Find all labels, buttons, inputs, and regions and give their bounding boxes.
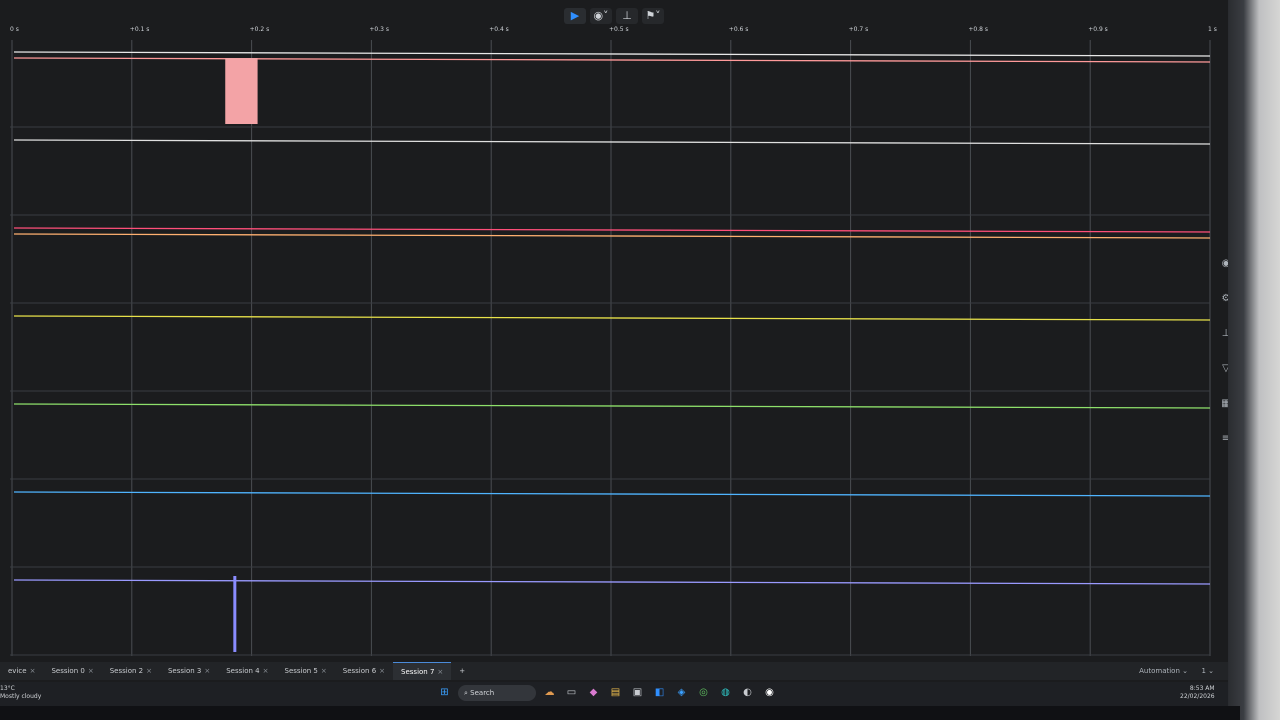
session-tab-label: evice — [8, 667, 27, 675]
channel-0-signal — [13, 57, 1211, 63]
task-view-icon[interactable]: ▭ — [563, 684, 580, 701]
logic-icon[interactable]: ◉ — [761, 684, 778, 701]
session-tab-label: Session 6 — [342, 667, 377, 675]
analyzer-button[interactable]: ⚑˅ — [642, 8, 664, 24]
add-session-button[interactable]: + — [451, 662, 473, 680]
clock-time: 8:53 AM — [1189, 685, 1215, 692]
close-icon[interactable]: × — [88, 667, 94, 675]
session-tabs: evice × Session 0 × Session 2 × Session 3 × Sess… — [0, 662, 452, 680]
record-settings-button[interactable]: ◉˅ — [590, 8, 612, 24]
session-tab[interactable]: Session 7 × — [393, 662, 452, 680]
ruler-tick-label: +0.4 s — [489, 26, 509, 33]
weather-temp: 13°C — [0, 685, 15, 692]
ruler-tick-label: 1 s — [1208, 26, 1217, 33]
channel-0-signal — [13, 51, 1211, 57]
store-icon[interactable]: ▣ — [629, 684, 646, 701]
search-label: Search — [470, 688, 495, 697]
close-icon[interactable]: × — [321, 667, 327, 675]
session-tab-label: Session 0 — [51, 667, 85, 675]
ruler-tick-label: +0.5 s — [609, 26, 629, 33]
session-tab[interactable]: Session 3 × — [160, 662, 218, 680]
logic-analyzer-window: ▶ ◉˅ ⊥ ⚑˅ 0 s +0.1 s +0.2 s +0.3 s +0.4 s +0.5 s… — [0, 0, 1240, 708]
channel-1-signal — [13, 139, 1211, 145]
channel-3-signal — [13, 315, 1211, 321]
capture-toolbar: ▶ ◉˅ ⊥ ⚑˅ — [0, 8, 1228, 28]
session-tab[interactable]: Session 5 × — [277, 662, 335, 680]
automation-dropdown[interactable]: Automation ⌄ — [1139, 662, 1188, 680]
weather-widget[interactable]: 13°C Mostly cloudy — [0, 685, 41, 701]
session-tab[interactable]: Session 6 × — [335, 662, 393, 680]
page-dropdown[interactable]: 1 ⌄ — [1201, 662, 1214, 680]
ruler-tick-label: +0.1 s — [129, 26, 150, 33]
channel-0-pulse — [225, 58, 258, 124]
widget-icon[interactable]: ☁ — [541, 684, 558, 701]
chrome-icon[interactable]: ◎ — [695, 684, 712, 701]
close-icon[interactable]: × — [30, 667, 36, 675]
clock-date: 22/02/2026 — [1180, 693, 1215, 700]
session-tab[interactable]: Session 0 × — [43, 662, 101, 680]
ruler-tick-label: +0.6 s — [728, 26, 749, 33]
close-icon[interactable]: × — [204, 667, 210, 675]
close-icon[interactable]: × — [146, 667, 152, 675]
session-tab[interactable]: Session 2 × — [102, 662, 160, 680]
ruler-tick-label: +0.9 s — [1088, 26, 1108, 33]
waveform-area[interactable] — [0, 40, 1228, 656]
channel-6-signal — [13, 579, 1211, 585]
ruler-tick-label: +0.3 s — [369, 26, 389, 33]
channel-6-spike — [233, 576, 237, 652]
weather-desc: Mostly cloudy — [0, 693, 42, 700]
file-explorer-icon[interactable]: ▤ — [607, 684, 624, 701]
close-icon[interactable]: × — [263, 667, 269, 675]
time-ruler: 0 s +0.1 s +0.2 s +0.3 s +0.4 s +0.5 s +0.6 s +… — [10, 26, 1220, 40]
session-tab-label: Session 2 — [109, 667, 144, 675]
session-tab[interactable]: evice × — [0, 662, 43, 680]
channel-2-signal — [13, 233, 1211, 239]
waveform-svg[interactable] — [0, 40, 1228, 656]
session-tab-label: Session 5 — [284, 667, 318, 675]
close-icon[interactable]: × — [379, 667, 385, 675]
ruler-tick-label: +0.7 s — [848, 26, 869, 33]
taskbar-apps: ⊞ ⌕ Search ☁ ▭ ◆ ▤ ▣ ◧ ◈ ◎ ◍ ◐ ◉ — [436, 684, 778, 701]
copilot-icon[interactable]: ◆ — [585, 684, 602, 701]
clock[interactable]: 8:53 AM 22/02/2026 — [1180, 685, 1215, 701]
edge-icon[interactable]: ◍ — [717, 684, 734, 701]
windows-taskbar: 13°C Mostly cloudy ⊞ ⌕ Search ☁ ▭ ◆ ▤ ▣ ◧ ◈ ◎ ◍ ◐ ◉ … — [0, 682, 1240, 706]
ruler-tick-label: +0.2 s — [249, 26, 270, 33]
search-box[interactable]: ⌕ Search — [458, 684, 536, 701]
session-tab-label: Session 3 — [167, 667, 202, 675]
vscode-icon[interactable]: ◧ — [651, 684, 668, 701]
channel-5-signal — [13, 491, 1211, 497]
steam-icon[interactable]: ◐ — [739, 684, 756, 701]
monitor-bezel-right — [1228, 0, 1280, 720]
close-icon[interactable]: × — [437, 668, 443, 676]
ruler-tick-label: +0.8 s — [968, 26, 988, 33]
measure-button[interactable]: ⊥ — [616, 8, 638, 24]
channel-2-signal — [13, 227, 1211, 233]
start-icon[interactable]: ⊞ — [436, 684, 453, 701]
app-icon[interactable]: ◈ — [673, 684, 690, 701]
session-tab[interactable]: Session 4 × — [218, 662, 276, 680]
play-button[interactable]: ▶ — [564, 8, 586, 24]
session-tabs-bar: evice × Session 0 × Session 2 × Session 3 × Sess… — [0, 662, 1228, 680]
session-tab-label: Session 7 — [401, 668, 435, 676]
session-tab-label: Session 4 — [226, 667, 260, 675]
ruler-tick-label: 0 s — [10, 26, 19, 33]
channel-4-signal — [13, 403, 1211, 409]
monitor-bezel-bottom — [0, 706, 1240, 720]
